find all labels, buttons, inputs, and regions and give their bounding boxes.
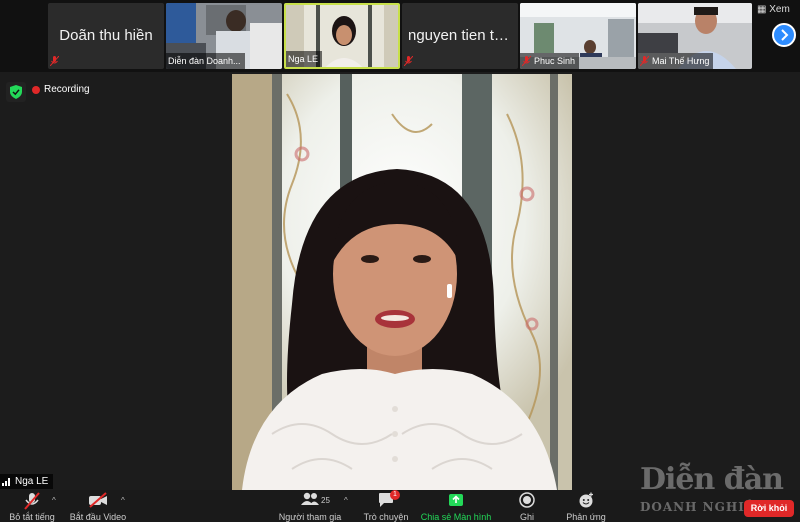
mic-muted-icon (522, 56, 531, 66)
recording-dot-icon (32, 85, 40, 94)
record-label: Ghi (519, 512, 534, 522)
reactions-icon (579, 492, 593, 508)
chat-unread-badge: 1 (390, 490, 400, 500)
speaker-video (232, 74, 572, 490)
participant-caption: Diễn đàn Doanh... (166, 53, 245, 69)
share-label: Chia sẻ Màn hình (420, 512, 492, 522)
participant-tile[interactable]: Doãn thu hiền (48, 3, 164, 69)
main-stage: Recording Nga LE (0, 72, 800, 490)
security-badge[interactable] (6, 82, 26, 102)
mic-muted-icon (50, 56, 59, 66)
view-button[interactable]: ▦ Xem (757, 4, 790, 15)
chevron-up-icon[interactable]: ^ (121, 496, 125, 505)
participant-tile-active[interactable]: Nga LE (284, 3, 400, 69)
mic-muted-icon (24, 492, 40, 510)
chevron-right-icon (781, 29, 789, 41)
recording-label: Recording (44, 84, 90, 95)
recording-indicator: Recording (32, 84, 90, 95)
participant-caption-text: Phuc Sinh (534, 56, 576, 66)
participant-tile[interactable]: Phuc Sinh (520, 3, 636, 69)
participants-count: 25 (321, 496, 330, 505)
mute-button[interactable]: Bỏ tắt tiếng (4, 490, 60, 522)
participant-name: Doãn thu hiền (59, 27, 153, 44)
chat-label: Trò chuyện (363, 512, 409, 522)
shield-icon (10, 85, 22, 99)
participants-button[interactable]: 25 Người tham gia (276, 490, 344, 522)
grid-icon: ▦ (757, 4, 767, 15)
leave-button[interactable]: Rời khỏi (744, 500, 794, 517)
video-off-icon (89, 492, 107, 508)
mic-muted-icon (404, 56, 413, 66)
chat-button[interactable]: 1 Trò chuyện (358, 490, 414, 522)
active-speaker-label: Nga LE (0, 474, 54, 489)
speaker-video-image (232, 74, 572, 490)
mute-label: Bỏ tắt tiếng (9, 512, 55, 522)
participant-tile[interactable]: Diễn đàn Doanh... (166, 3, 282, 69)
participant-caption-text: Mai Thế Hưng (652, 56, 710, 66)
video-label: Bắt đầu Video (69, 512, 127, 522)
participant-caption: Mai Thế Hưng (638, 53, 714, 69)
meeting-toolbar: Bỏ tắt tiếng ^ Bắt đầu Video ^ 25 Người … (0, 490, 800, 522)
chevron-up-icon[interactable]: ^ (344, 496, 348, 505)
record-icon (519, 492, 535, 508)
participant-name: nguyen tien th... (408, 27, 515, 44)
start-video-button[interactable]: Bắt đầu Video (66, 490, 130, 522)
next-page-button[interactable] (772, 23, 796, 47)
signal-strength-icon (2, 478, 10, 486)
record-button[interactable]: Ghi (510, 490, 544, 522)
participants-icon (301, 492, 319, 505)
share-screen-button[interactable]: Chia sẻ Màn hình (418, 490, 494, 522)
gallery-strip: Doãn thu hiền Diễn đàn Doanh... Nga LE n… (0, 0, 800, 72)
chevron-up-icon[interactable]: ^ (52, 496, 56, 505)
participant-caption: Phuc Sinh (520, 53, 580, 69)
reactions-label: Phản ứng (566, 512, 606, 522)
view-label: Xem (769, 4, 790, 15)
participant-tile[interactable]: nguyen tien th... (402, 3, 518, 69)
reactions-button[interactable]: Phản ứng (562, 490, 610, 522)
muted-indicator (402, 53, 420, 69)
participant-tile[interactable]: Mai Thế Hưng (638, 3, 752, 69)
mic-muted-icon (640, 56, 649, 66)
muted-indicator (48, 53, 66, 69)
participant-caption: Nga LE (286, 51, 323, 67)
participants-label: Người tham gia (278, 512, 342, 522)
speaker-name: Nga LE (15, 476, 49, 487)
share-screen-icon (449, 494, 463, 506)
